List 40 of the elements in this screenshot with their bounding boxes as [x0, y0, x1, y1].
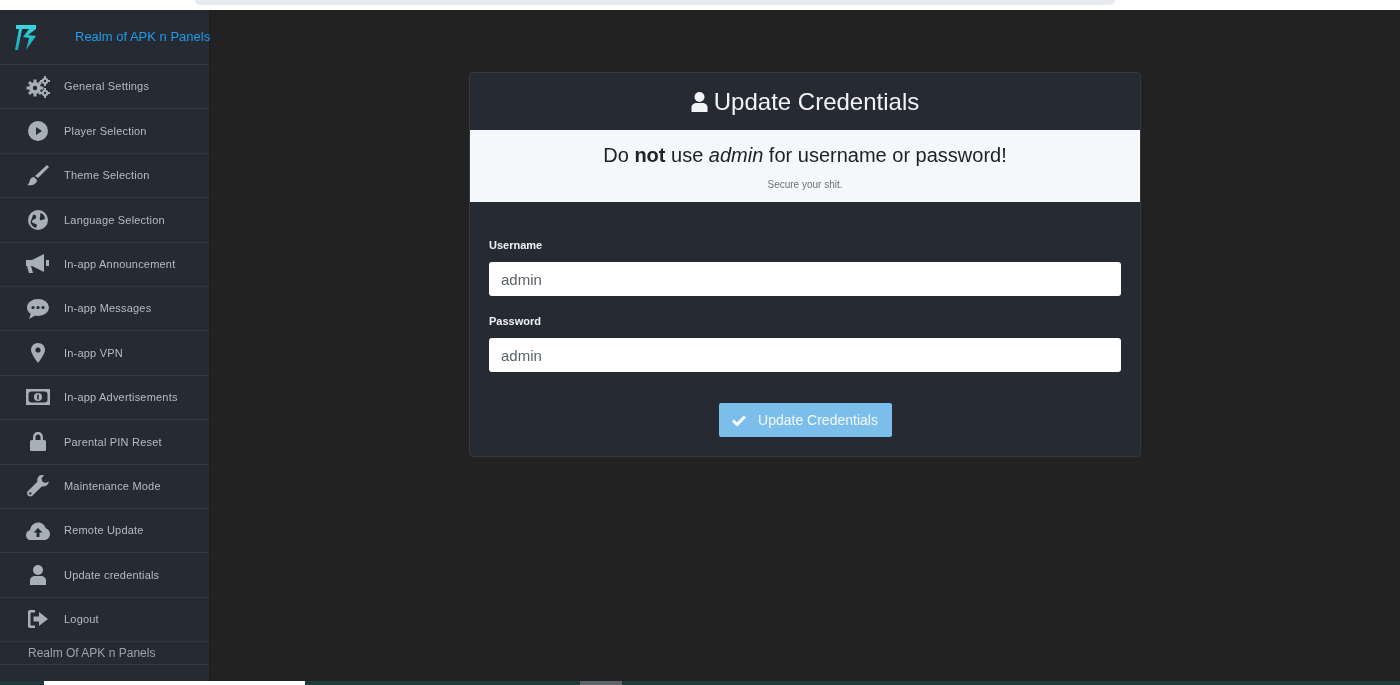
wrench-icon	[27, 475, 49, 498]
address-field[interactable]	[195, 0, 1115, 5]
user-icon	[690, 91, 708, 112]
sidebar-item[interactable]: In-app Announcement	[0, 242, 209, 287]
sidebar-item[interactable]: Theme Selection	[0, 153, 209, 199]
banknote-icon	[26, 389, 50, 406]
brand-name[interactable]: Realm of APK n Panels	[75, 27, 211, 47]
megaphone-icon	[26, 254, 50, 275]
user-icon	[30, 565, 46, 585]
sidebar-item[interactable]: Update credentials	[0, 553, 209, 598]
notice-note: Secure your shit.	[767, 178, 843, 192]
sidebar-item[interactable]: In-app Messages	[0, 286, 209, 332]
logo-icon	[14, 23, 38, 51]
sign-out-icon	[28, 610, 48, 629]
sidebar-item[interactable]: In-app VPN	[0, 331, 209, 376]
sidebar-item[interactable]: Logout	[0, 597, 209, 643]
input-field[interactable]: admin	[489, 262, 1121, 296]
gears-icon	[26, 75, 50, 98]
sidebar-item[interactable]: Remote Update	[0, 508, 209, 554]
input-field[interactable]: admin	[489, 338, 1121, 372]
speech-bubble-icon	[27, 298, 49, 319]
card-title: Update Credentials	[713, 86, 920, 117]
brush-icon	[27, 164, 49, 187]
globe-icon	[28, 209, 48, 230]
field-label: Username	[489, 238, 543, 252]
map-pin-icon	[31, 343, 45, 364]
sidebar-item[interactable]: Parental PIN Reset	[0, 420, 209, 465]
notice-message: Do not use admin for username or password!	[603, 143, 1007, 167]
footer-text: Realm Of APK n Panels	[28, 645, 156, 663]
sidebar-item[interactable]: In-app Advertisements	[0, 375, 209, 421]
sidebar-item[interactable]: Language Selection	[0, 198, 209, 243]
sidebar-item[interactable]: Maintenance Mode	[0, 464, 209, 509]
padlock-icon	[30, 432, 46, 452]
sidebar-item[interactable]: General Settings	[0, 65, 209, 110]
field-label: Password	[489, 314, 541, 328]
sidebar-item[interactable]: Player Selection	[0, 109, 209, 154]
scrollbar-thumb[interactable]	[580, 681, 622, 685]
checkmark-icon	[732, 414, 747, 426]
cloud-upload-icon	[26, 521, 50, 540]
play-icon	[28, 121, 48, 142]
